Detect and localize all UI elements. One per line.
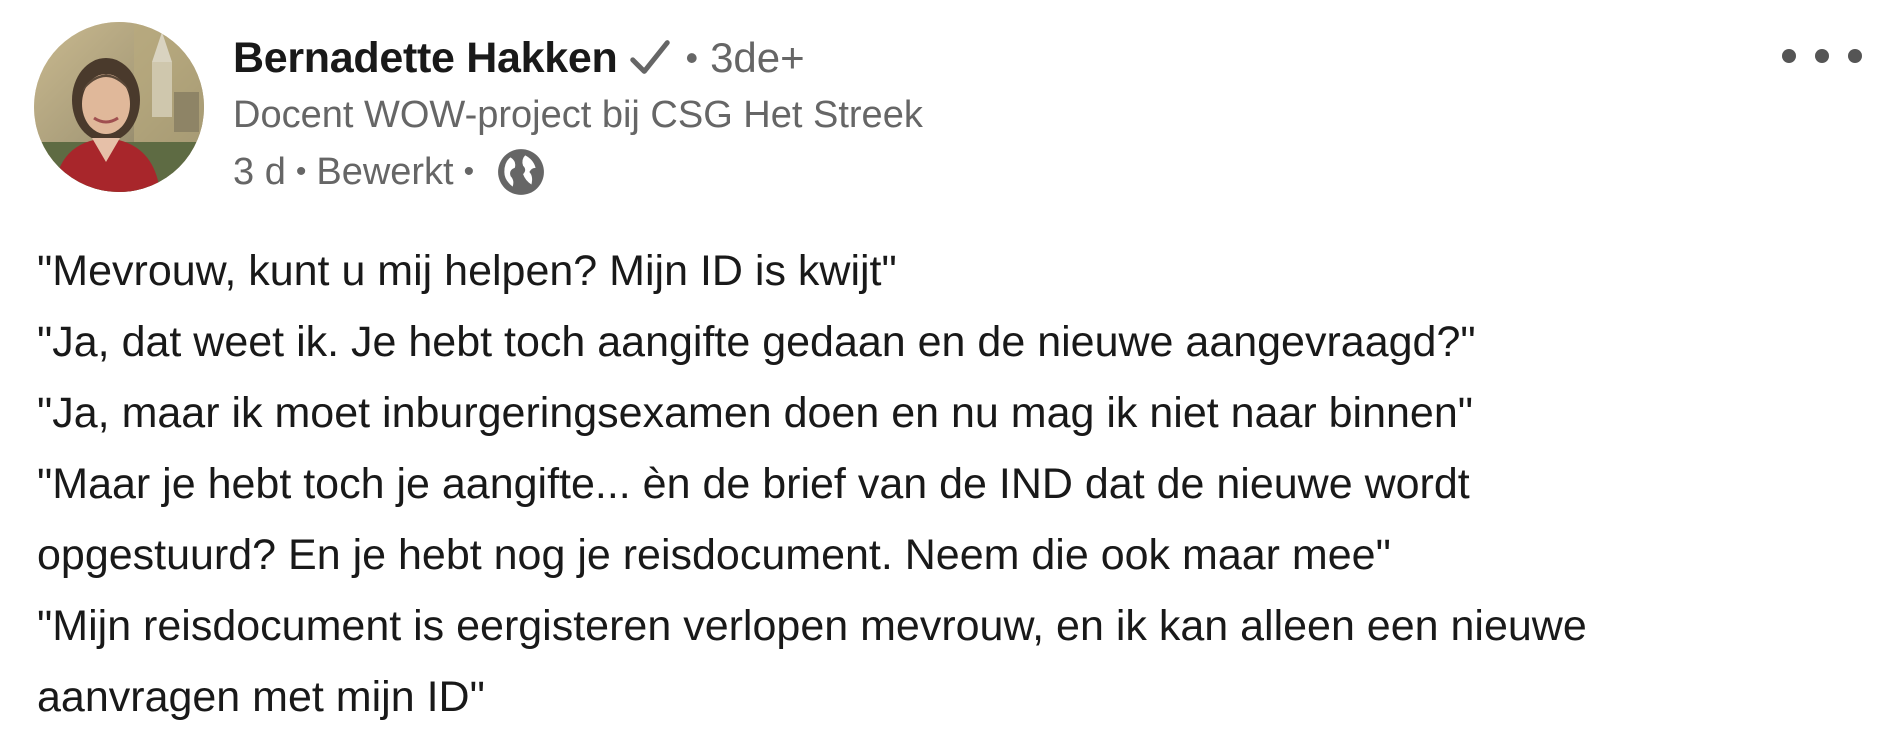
edited-separator: • [463, 155, 475, 188]
post-line: aanvragen met mijn ID" [37, 673, 485, 721]
post-header: Bernadette Hakken • 3de+ Docent WOW-proj… [34, 22, 1862, 197]
time-separator: • [295, 155, 307, 188]
more-dot [1815, 49, 1829, 63]
author-meta: Bernadette Hakken • 3de+ Docent WOW-proj… [233, 30, 923, 200]
connection-degree: 3de+ [710, 34, 805, 81]
post-line: "Ja, maar ik moet inburgeringsexamen doe… [37, 389, 1474, 437]
author-headline: Docent WOW-project bij CSG Het Streek [233, 94, 923, 136]
post-line: "Maar je hebt toch je aangifte... èn de … [37, 460, 1470, 508]
post-line: opgestuurd? En je hebt nog je reisdocume… [37, 531, 1391, 579]
post-line: "Ja, dat weet ik. Je hebt toch aangifte … [37, 318, 1476, 366]
degree-separator: • [685, 37, 699, 78]
more-dot [1848, 49, 1862, 63]
post-line: "Mijn reisdocument is eergisteren verlop… [37, 602, 1587, 650]
author-name-row: Bernadette Hakken • 3de+ [233, 30, 923, 86]
more-horizontal-icon [1782, 49, 1796, 63]
edited-label: Bewerkt [316, 150, 454, 193]
avatar-image [34, 22, 204, 192]
author-name[interactable]: Bernadette Hakken [233, 34, 618, 83]
avatar[interactable] [34, 22, 204, 192]
post-time-row: 3 d • Bewerkt • [233, 144, 923, 200]
post-time: 3 d [233, 150, 286, 193]
globe-icon [498, 149, 545, 195]
verified-icon [630, 40, 671, 74]
post-line: "Mevrouw, kunt u mij helpen? Mijn ID is … [37, 247, 897, 295]
feed-post: Bernadette Hakken • 3de+ Docent WOW-proj… [0, 0, 1896, 730]
post-body: "Mevrouw, kunt u mij helpen? Mijn ID is … [37, 236, 1857, 733]
more-options-button[interactable] [1782, 36, 1862, 76]
